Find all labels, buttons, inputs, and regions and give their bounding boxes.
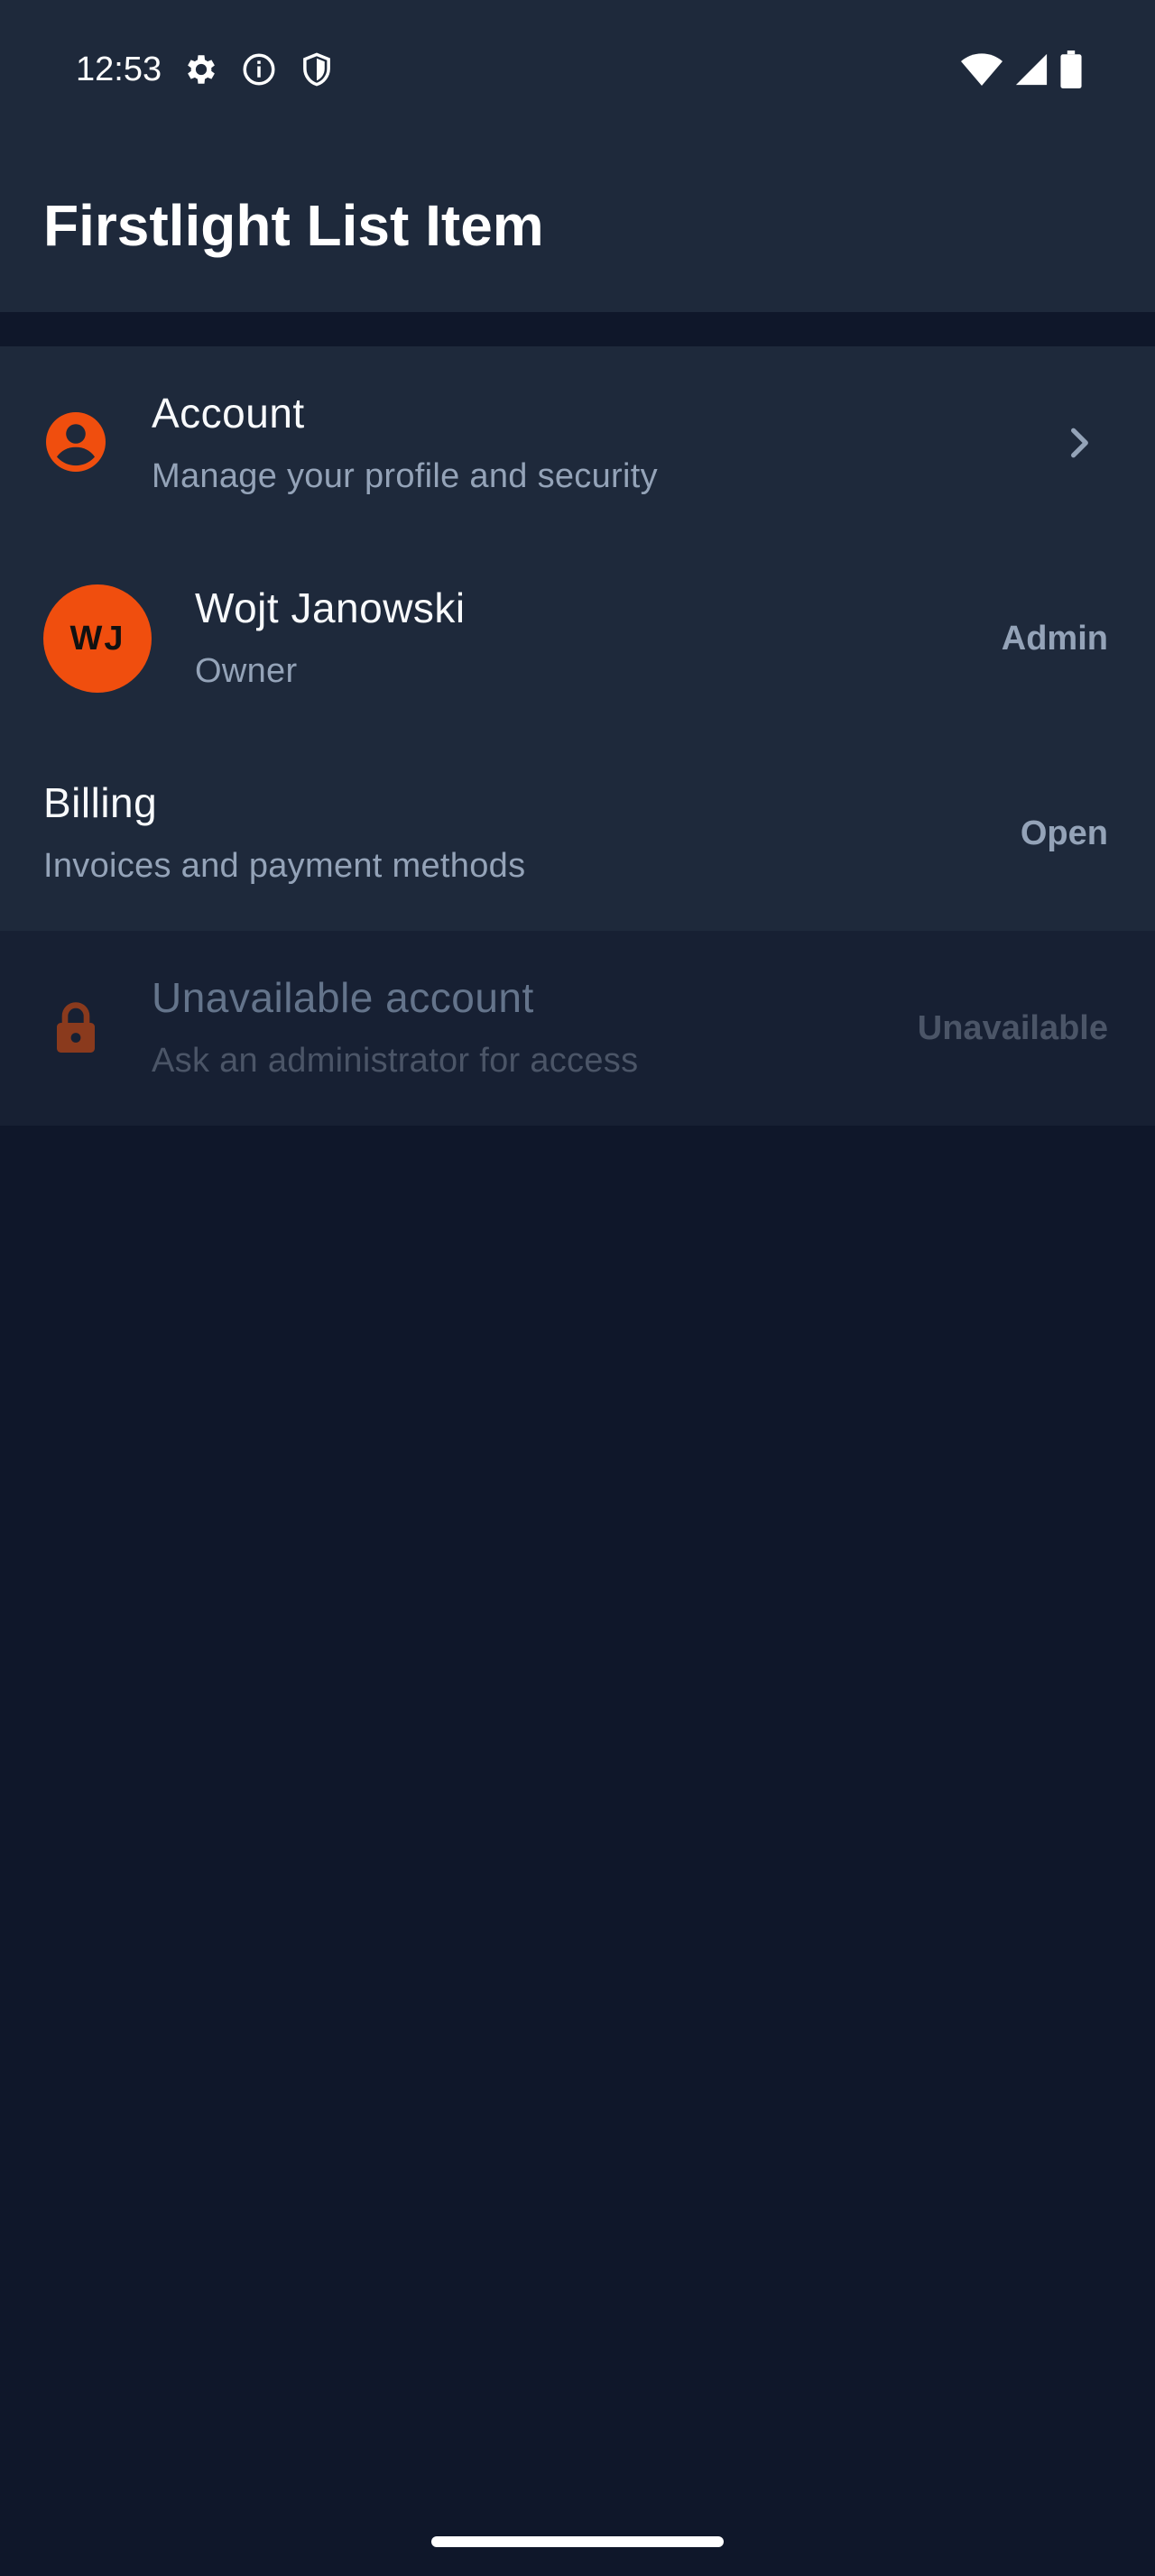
billing-subtitle: Invoices and payment methods bbox=[43, 847, 526, 885]
settings-list: Account Manage your profile and security… bbox=[0, 346, 1155, 1126]
list-item-billing[interactable]: Billing Invoices and payment methods Ope… bbox=[0, 736, 1155, 931]
info-icon bbox=[243, 53, 275, 86]
wifi-icon bbox=[961, 53, 1003, 86]
billing-title: Billing bbox=[43, 779, 158, 826]
account-circle-icon bbox=[46, 412, 106, 472]
home-indicator[interactable] bbox=[431, 2536, 724, 2547]
status-icons-right bbox=[960, 51, 1083, 88]
status-time: 12:53 bbox=[76, 51, 162, 88]
billing-open-button[interactable]: Open bbox=[1021, 812, 1108, 855]
shield-icon bbox=[303, 52, 330, 87]
unavailable-subtitle: Ask an administrator for access bbox=[152, 1042, 639, 1080]
lock-icon bbox=[57, 1002, 95, 1053]
role-badge: Admin bbox=[1001, 620, 1108, 658]
account-subtitle: Manage your profile and security bbox=[152, 457, 658, 495]
signal-icon bbox=[1015, 53, 1048, 86]
list-item-account[interactable]: Account Manage your profile and security bbox=[0, 346, 1155, 541]
settings-icon bbox=[188, 55, 215, 84]
status-bar: 12:53 bbox=[0, 0, 1155, 144]
user-name: Wojt Janowski bbox=[195, 584, 466, 631]
status-icons-left bbox=[182, 51, 336, 88]
chevron-right-icon bbox=[1071, 428, 1088, 458]
battery-icon bbox=[1060, 51, 1082, 88]
unavailable-title: Unavailable account bbox=[152, 974, 534, 1021]
unavailable-status: Unavailable bbox=[917, 1009, 1108, 1047]
list-item-user[interactable]: WJ Wojt Janowski Owner Admin bbox=[0, 541, 1155, 736]
avatar: WJ bbox=[43, 584, 152, 693]
user-role: Owner bbox=[195, 652, 298, 690]
app-bar: Firstlight List Item bbox=[0, 144, 1155, 312]
list-item-unavailable: Unavailable account Ask an administrator… bbox=[0, 931, 1155, 1126]
account-title: Account bbox=[152, 390, 305, 437]
page-title: Firstlight List Item bbox=[43, 193, 544, 258]
